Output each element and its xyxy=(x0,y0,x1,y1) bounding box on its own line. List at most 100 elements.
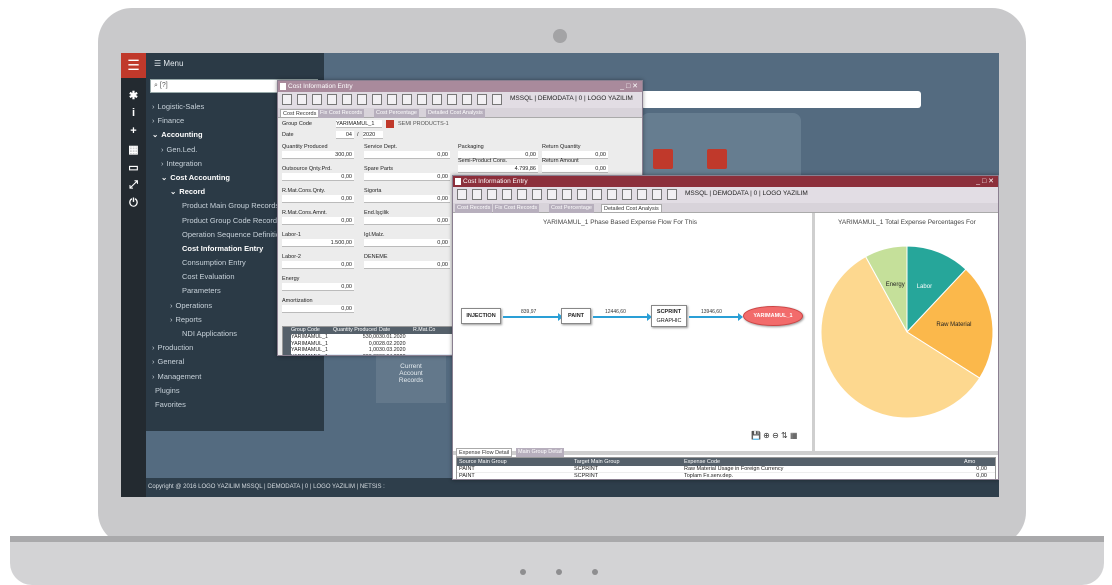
toolbar-icon[interactable] xyxy=(457,189,467,200)
toolbar-icon[interactable] xyxy=(547,189,557,200)
window-controls-icon[interactable]: _ □ ✕ xyxy=(620,81,638,92)
toolbar-icon[interactable] xyxy=(492,94,502,105)
field-value[interactable]: 4.799,86 xyxy=(458,165,538,173)
toolbar-icon[interactable] xyxy=(417,94,427,105)
hamburger-icon[interactable]: ☰ xyxy=(121,53,146,78)
gear-icon[interactable]: ✱ xyxy=(121,89,146,102)
field-value[interactable]: 0,00 xyxy=(364,261,450,269)
grid-column-header[interactable]: Target Main Group xyxy=(572,458,682,466)
toolbar-icon[interactable] xyxy=(472,189,482,200)
tab-item[interactable]: Detailed Cost Analysis xyxy=(601,204,662,213)
date-year-field[interactable]: 2020 xyxy=(363,131,383,139)
bottom-tab[interactable]: Main Group Detail xyxy=(516,448,565,457)
monitor-icon[interactable]: ▭ xyxy=(121,161,146,174)
toolbar-icon[interactable] xyxy=(477,94,487,105)
field-value[interactable]: 0,00 xyxy=(364,173,450,181)
toolbar-icon[interactable] xyxy=(667,189,677,200)
toolbar-icon[interactable] xyxy=(502,189,512,200)
tab-item[interactable]: Cost Records xyxy=(455,204,493,213)
toolbar-icon[interactable] xyxy=(622,189,632,200)
toolbar-icon[interactable] xyxy=(297,94,307,105)
info-icon[interactable]: i xyxy=(121,107,146,119)
menu-item[interactable]: › General xyxy=(146,355,324,369)
expand-icon[interactable]: ⤢ xyxy=(121,179,146,192)
table-row[interactable]: YARIMAMUL_1300,0030.04.2020 xyxy=(283,353,453,355)
toolbar-icon[interactable] xyxy=(637,189,647,200)
field-value[interactable]: 0,00 xyxy=(364,217,450,225)
grid-column-header[interactable]: Group Code xyxy=(291,327,333,334)
tab-item[interactable]: Detailed Cost Analysis xyxy=(426,109,485,118)
toolbar-icon[interactable] xyxy=(432,94,442,105)
field-value[interactable]: 0,00 xyxy=(364,151,450,159)
tab-item[interactable]: Fix Cost Records xyxy=(493,204,540,213)
lookup-icon[interactable] xyxy=(386,120,394,128)
toolbar-icon[interactable] xyxy=(562,189,572,200)
field-value[interactable]: 0,00 xyxy=(364,239,450,247)
field-value[interactable]: 1.500,00 xyxy=(282,239,354,247)
toolbar-icon[interactable] xyxy=(327,94,337,105)
toolbar-icon[interactable] xyxy=(652,189,662,200)
group-code-field[interactable]: YARIMAMUL_1 xyxy=(336,120,382,128)
dot-icon xyxy=(556,569,562,575)
toolbar-icon[interactable] xyxy=(487,189,497,200)
field-value[interactable]: 0,00 xyxy=(282,261,354,269)
calendar-icon[interactable] xyxy=(707,149,727,169)
field-value[interactable]: 0,00 xyxy=(282,283,354,291)
toolbar-icon[interactable] xyxy=(607,189,617,200)
flow-node-injection[interactable]: INJECTION xyxy=(461,308,501,324)
date-month-field[interactable]: 04 xyxy=(336,131,354,139)
field-value[interactable]: 0,00 xyxy=(364,195,450,203)
plus-icon[interactable]: + xyxy=(121,125,146,137)
menu-item[interactable]: Plugins xyxy=(146,384,324,398)
grid-column-header[interactable]: Source Main Group xyxy=(457,458,572,466)
toolbar-icon[interactable] xyxy=(402,94,412,105)
toolbar-icon[interactable] xyxy=(517,189,527,200)
window-2-titlebar[interactable]: Cost Information Entry _ □ ✕ xyxy=(453,176,998,187)
toolbar-icon[interactable] xyxy=(462,94,472,105)
field-value[interactable]: 300,00 xyxy=(282,151,354,159)
field-value[interactable]: 0,00 xyxy=(282,173,354,181)
tab-item[interactable]: Cost Percentage xyxy=(549,204,594,213)
table-row[interactable]: YARIMAMUL_1 1,0030.03.2020 xyxy=(283,347,453,354)
toolbar-icon[interactable] xyxy=(312,94,322,105)
flow-node-scprint[interactable]: SCPRINT GRAPHIC xyxy=(651,305,687,327)
field-value[interactable]: 0,00 xyxy=(282,305,354,313)
grid-column-header[interactable]: Amo xyxy=(962,458,987,466)
field-value[interactable]: 0,00 xyxy=(282,195,354,203)
grid-icon[interactable]: ▦ xyxy=(121,143,146,156)
table-row[interactable]: PAINT SCPRINT Raw Material Usage in Foreig… xyxy=(457,466,995,474)
tab-item[interactable]: Cost Records xyxy=(280,109,320,118)
menu-item[interactable]: Favorites xyxy=(146,398,324,412)
grid-column-header[interactable]: Expense Code xyxy=(682,458,962,466)
tab-item[interactable]: Cost Percentage xyxy=(374,109,419,118)
global-search-bar[interactable] xyxy=(641,91,921,108)
toolbar-icon[interactable] xyxy=(577,189,587,200)
flow-node-yarimamul[interactable]: YARIMAMUL_1 xyxy=(743,306,803,326)
table-row[interactable]: YARIMAMUL_1 530,0030.01.2020 xyxy=(283,334,453,341)
document-icon[interactable] xyxy=(653,149,673,169)
grid-column-header[interactable]: R.Mat.Co xyxy=(413,327,453,334)
table-row[interactable]: PAINT SCPRINT Toplam Fx.serv.dep. 0,00 xyxy=(457,473,995,479)
bottom-tab[interactable]: Expense Flow Detail xyxy=(456,448,513,457)
table-row[interactable]: YARIMAMUL_1 0,0028.02.2020 xyxy=(283,340,453,348)
current-account-tile[interactable]: Current Account Records xyxy=(376,353,446,403)
flow-node-paint[interactable]: PAINT xyxy=(561,308,591,324)
field-value[interactable]: 0,00 xyxy=(282,217,354,225)
toolbar-icon[interactable] xyxy=(372,94,382,105)
toolbar-icon[interactable] xyxy=(357,94,367,105)
grid-column-header[interactable]: Date xyxy=(379,327,413,334)
power-icon[interactable]: ⏻ xyxy=(121,197,146,210)
toolbar-icon[interactable] xyxy=(282,94,292,105)
menu-item[interactable]: › Management xyxy=(146,370,324,384)
toolbar-icon[interactable] xyxy=(592,189,602,200)
toolbar-icon[interactable] xyxy=(532,189,542,200)
chart-tools-icon[interactable]: 💾 ⊕ ⊖ ⇅ ▦ xyxy=(751,431,798,440)
toolbar-icon[interactable] xyxy=(387,94,397,105)
window-1-titlebar[interactable]: Cost Information Entry _ □ ✕ xyxy=(278,81,642,92)
toolbar-icon[interactable] xyxy=(447,94,457,105)
tab-item[interactable]: Fix Cost Records xyxy=(318,109,365,118)
grid-column-header[interactable]: Quantity Produced xyxy=(333,327,379,334)
toolbar-icon[interactable] xyxy=(342,94,352,105)
window-controls-icon[interactable]: _ □ ✕ xyxy=(976,176,994,187)
field-value[interactable]: 0,00 xyxy=(542,165,608,173)
